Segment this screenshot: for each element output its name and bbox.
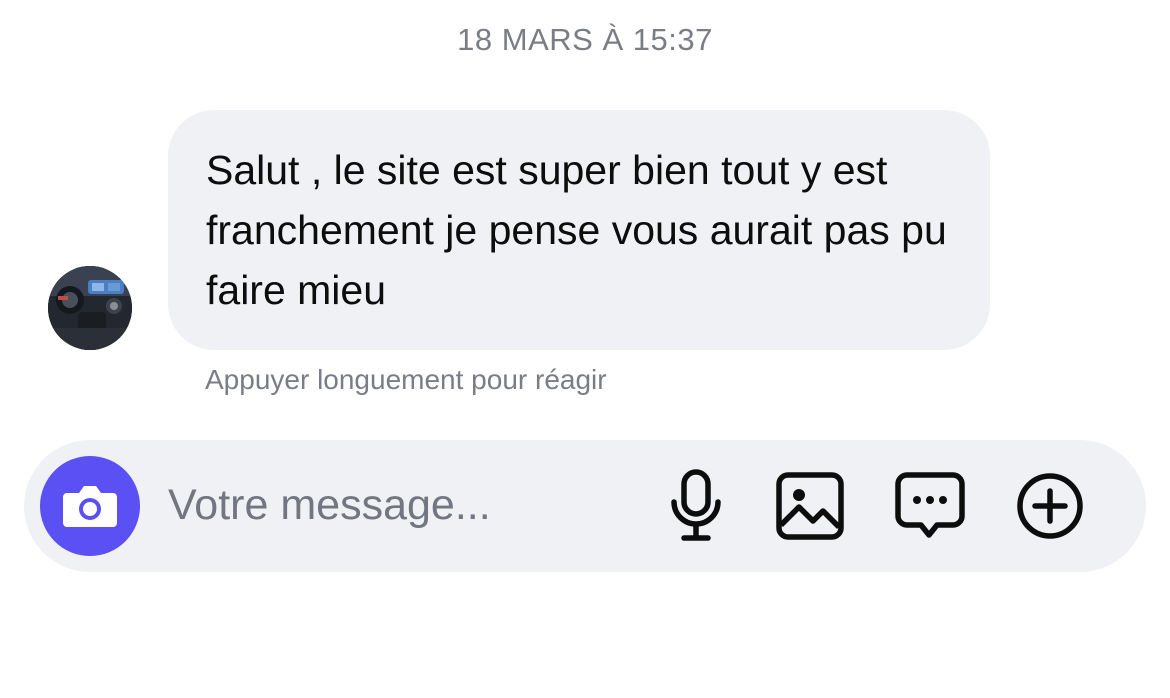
message-composer bbox=[24, 440, 1146, 572]
voice-message-button[interactable] bbox=[658, 468, 734, 544]
reaction-hint: Appuyer longuement pour réagir bbox=[205, 364, 607, 395]
more-options-button[interactable] bbox=[1012, 468, 1088, 544]
chat-screen: 18 MARS À 15:37 Salut , le site est supe… bbox=[0, 0, 1170, 698]
contact-avatar[interactable] bbox=[48, 266, 132, 350]
sticker-button[interactable] bbox=[892, 468, 968, 544]
received-message-bubble[interactable]: Salut , le site est super bien tout y es… bbox=[168, 110, 990, 350]
plus-circle-icon bbox=[1017, 473, 1083, 539]
avatar-image bbox=[48, 266, 132, 350]
gallery-button[interactable] bbox=[772, 468, 848, 544]
message-timestamp: 18 MARS À 15:37 bbox=[457, 22, 713, 57]
camera-icon bbox=[63, 486, 117, 527]
message-input[interactable] bbox=[168, 470, 638, 540]
chat-bubble-ellipsis-icon bbox=[895, 472, 965, 538]
microphone-icon bbox=[671, 469, 721, 541]
image-gallery-icon bbox=[776, 472, 844, 540]
camera-button[interactable] bbox=[40, 456, 140, 556]
